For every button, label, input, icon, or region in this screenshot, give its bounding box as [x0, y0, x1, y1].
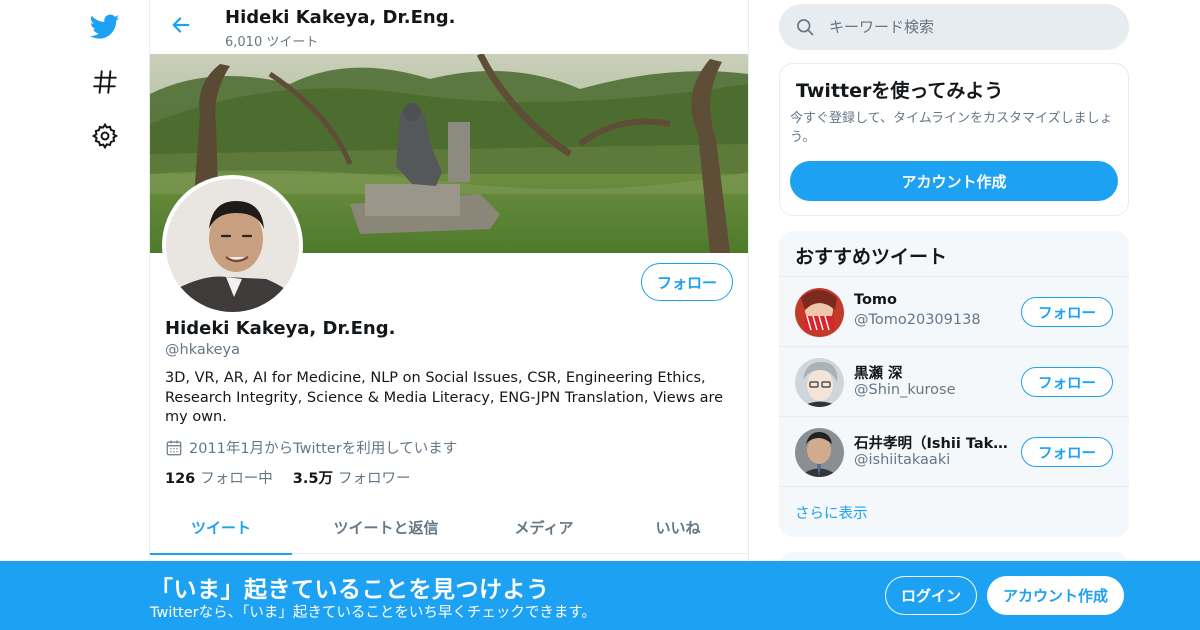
banner-title: 「いま」起きていることを見つけよう	[150, 577, 550, 603]
following-label: フォロー中	[200, 471, 273, 487]
user-name[interactable]: Tomo	[854, 292, 1009, 308]
profile-header-bar: Hideki Kakeya, Dr.Eng. 6,010 ツイート	[150, 0, 748, 54]
profile-bio: 3D, VR, AR, AI for Medicine, NLP on Soci…	[165, 370, 724, 425]
signup-card: Twitterを使ってみよう 今すぐ登録して、タイムラインをカスタマイズしましょ…	[779, 63, 1129, 216]
who-to-follow-title: おすすめツイート	[795, 246, 948, 268]
profile-stats: 126 フォロー中 3.5万 フォロワー	[165, 467, 430, 488]
back-arrow-icon[interactable]	[168, 12, 194, 38]
user-name[interactable]: 黒瀬 深	[854, 362, 1009, 383]
list-item[interactable]: Tomo @Tomo20309138 フォロー	[779, 276, 1129, 346]
left-nav	[0, 0, 150, 630]
tab-media[interactable]: メディア	[480, 500, 608, 554]
search-icon	[797, 19, 814, 36]
hashtag-icon[interactable]	[88, 65, 122, 99]
avatar[interactable]	[795, 358, 844, 407]
follow-button[interactable]: フォロー	[1021, 437, 1113, 467]
signup-banner: 「いま」起きていることを見つけよう Twitterなら、「いま」起きていることを…	[0, 561, 1200, 630]
profile-name: Hideki Kakeya, Dr.Eng.	[165, 318, 396, 339]
avatar[interactable]	[795, 288, 844, 337]
follow-button[interactable]: フォロー	[1021, 297, 1113, 327]
profile-handle: @hkakeya	[165, 342, 240, 358]
tab-likes[interactable]: いいね	[608, 500, 748, 554]
header-name: Hideki Kakeya, Dr.Eng.	[225, 7, 456, 28]
profile-column: Hideki Kakeya, Dr.Eng. 6,010 ツイート フォロー H…	[149, 0, 749, 630]
profile-tabs: ツイート ツイートと返信 メディア いいね	[150, 500, 748, 555]
twitter-bird-icon[interactable]	[88, 10, 122, 44]
avatar[interactable]	[795, 428, 844, 477]
settings-gear-icon[interactable]	[88, 119, 122, 153]
followers-count: 3.5万	[292, 471, 333, 487]
search-box[interactable]	[779, 4, 1129, 50]
follow-button[interactable]: フォロー	[641, 263, 733, 301]
who-to-follow: おすすめツイート Tomo @Tomo20309138 フォロー 黒瀬 深 @S…	[779, 231, 1129, 537]
list-item[interactable]: 黒瀬 深 @Shin_kurose フォロー	[779, 346, 1129, 416]
profile-joined-date: 2011年1月からTwitterを利用しています	[165, 437, 457, 458]
signup-card-description: 今すぐ登録して、タイムラインをカスタマイズしましょう。	[790, 111, 1113, 145]
signup-card-title: Twitterを使ってみよう	[796, 80, 1004, 102]
header-tweet-count: 6,010 ツイート	[225, 35, 319, 50]
followers-stat[interactable]: 3.5万 フォロワー	[293, 467, 411, 488]
tab-tweets[interactable]: ツイート	[150, 500, 292, 555]
profile-avatar[interactable]	[162, 175, 303, 316]
following-stat[interactable]: 126 フォロー中	[165, 467, 273, 488]
signup-button[interactable]: アカウント作成	[987, 576, 1124, 615]
create-account-button[interactable]: アカウント作成	[790, 161, 1118, 201]
followers-label: フォロワー	[337, 471, 411, 487]
user-handle: @Shin_kurose	[854, 382, 956, 398]
joined-text: 2011年1月からTwitterを利用しています	[189, 441, 458, 457]
banner-subtitle: Twitterなら、「いま」起きていることをいち早くチェックできます。	[150, 605, 596, 621]
user-handle: @Tomo20309138	[854, 312, 981, 328]
list-item[interactable]: 石井孝明（Ishii Takaaki） @ishiitakaaki フォロー	[779, 416, 1129, 486]
tab-tweets-and-replies[interactable]: ツイートと返信	[292, 500, 480, 554]
user-handle: @ishiitakaaki	[854, 452, 951, 468]
show-more-link[interactable]: さらに表示	[779, 486, 1129, 537]
search-input[interactable]	[829, 18, 1109, 36]
calendar-icon	[166, 440, 182, 455]
sidebar-right: Twitterを使ってみよう 今すぐ登録して、タイムラインをカスタマイズしましょ…	[779, 0, 1129, 630]
user-name[interactable]: 石井孝明（Ishii Takaaki）	[854, 432, 1009, 453]
following-count: 126	[165, 471, 196, 487]
follow-button[interactable]: フォロー	[1021, 367, 1113, 397]
login-button[interactable]: ログイン	[885, 576, 977, 615]
